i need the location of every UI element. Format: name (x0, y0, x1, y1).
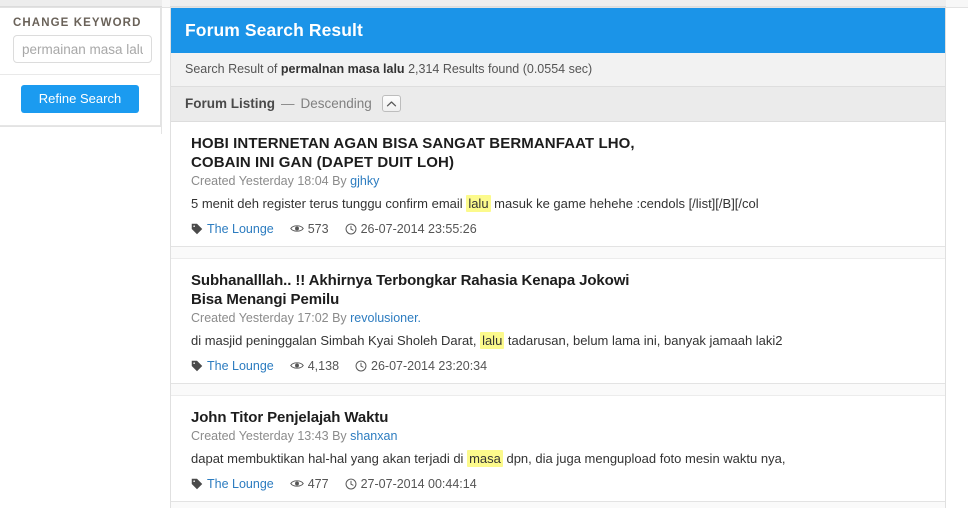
refine-search-button[interactable]: Refine Search (20, 85, 140, 113)
result-views-count: 573 (307, 221, 329, 236)
result-created-text: Created Yesterday 18:04 By (191, 174, 351, 189)
result-meta-row: The Lounge 477 27-07-2014 00:44:14 (191, 477, 929, 491)
search-summary-prefix: Search Result of (185, 62, 278, 76)
result-timestamp-text: 27-07-2014 00:44:14 (360, 476, 477, 491)
search-summary-keyword: permalnan masa lalu (280, 62, 405, 76)
top-partial-strip (0, 0, 968, 8)
result-created-text: Created Yesterday 13:43 By (191, 429, 351, 444)
eye-icon (289, 223, 304, 234)
refine-search-row: Refine Search (0, 75, 160, 126)
result-meta-row: The Lounge 573 26-07-2014 23:55:26 (191, 222, 929, 236)
snippet-highlight: lalu (480, 332, 505, 350)
keyword-box (0, 35, 160, 75)
result-created-meta: Created Yesterday 18:04 By gjhky (191, 174, 929, 188)
result-forum[interactable]: The Lounge (191, 359, 274, 373)
result-timestamp: 26-07-2014 23:20:34 (355, 359, 487, 373)
search-summary: Search Result of permalnan masa lalu 2,3… (171, 53, 945, 87)
page-root: CHANGE KEYWORD Refine Search Forum Searc… (0, 0, 968, 508)
result-created-meta: Created Yesterday 17:02 By revolusioner. (191, 311, 929, 325)
tag-icon (191, 478, 203, 490)
result-snippet: 5 menit deh register terus tunggu confir… (191, 195, 759, 213)
result-title[interactable]: Subhanalllah.. !! Akhirnya Terbongkar Ra… (191, 271, 929, 309)
result-views-count: 477 (307, 476, 329, 491)
top-partial-right (170, 0, 946, 7)
result-views: 573 (289, 221, 329, 236)
forum-listing-order: Descending (300, 96, 372, 111)
forum-listing-bar: Forum Listing — Descending (171, 87, 945, 122)
result-timestamp: 26-07-2014 23:55:26 (345, 222, 477, 236)
search-result-item[interactable]: HOBI INTERNETAN AGAN BISA SANGAT BERMANF… (171, 122, 945, 247)
eye-icon (289, 360, 304, 371)
chevron-up-icon[interactable] (381, 95, 401, 112)
search-summary-suffix: 2,314 Results found (0.0554 sec) (408, 62, 593, 76)
result-separator (171, 501, 945, 508)
result-forum-link[interactable]: The Lounge (207, 359, 274, 373)
result-views-count: 4,138 (307, 358, 340, 373)
result-created-meta: Created Yesterday 13:43 By shanxan (191, 429, 929, 443)
snippet-highlight: lalu (466, 195, 491, 213)
result-timestamp: 27-07-2014 00:44:14 (345, 477, 477, 491)
result-snippet: dapat membuktikan hal-hal yang akan terj… (191, 450, 786, 468)
clock-icon (355, 360, 367, 372)
snippet-highlight: masa (467, 450, 503, 468)
forum-search-result-panel: Forum Search Result Search Result of per… (170, 8, 946, 508)
result-views: 477 (289, 476, 329, 491)
result-author-link[interactable]: gjhky (350, 174, 379, 188)
search-result-item[interactable]: Subhanalllah.. !! Akhirnya Terbongkar Ra… (171, 257, 945, 384)
result-author-link[interactable]: revolusioner. (350, 311, 421, 325)
result-forum[interactable]: The Lounge (191, 477, 274, 491)
tag-icon (191, 360, 203, 372)
result-created-text: Created Yesterday 17:02 By (191, 311, 351, 326)
forum-listing-label: Forum Listing (185, 96, 275, 111)
result-timestamp-text: 26-07-2014 23:20:34 (371, 358, 488, 373)
search-results-list: HOBI INTERNETAN AGAN BISA SANGAT BERMANF… (171, 122, 945, 508)
result-forum-link[interactable]: The Lounge (207, 477, 274, 491)
forum-listing-dash: — (281, 96, 295, 111)
result-forum-link[interactable]: The Lounge (207, 222, 274, 236)
clock-icon (345, 478, 357, 490)
main-content: Forum Search Result Search Result of per… (170, 8, 946, 508)
result-timestamp-text: 26-07-2014 23:55:26 (360, 221, 477, 236)
result-forum[interactable]: The Lounge (191, 222, 274, 236)
clock-icon (345, 223, 357, 235)
tag-icon (191, 223, 203, 235)
change-keyword-heading: CHANGE KEYWORD (13, 17, 142, 29)
panel-title: Forum Search Result (171, 8, 945, 53)
result-title[interactable]: HOBI INTERNETAN AGAN BISA SANGAT BERMANF… (191, 134, 929, 172)
keyword-input[interactable] (13, 35, 152, 63)
result-meta-row: The Lounge 4,138 26-07-2014 23:20:34 (191, 359, 929, 373)
result-views: 4,138 (289, 358, 340, 373)
result-author-link[interactable]: shanxan (350, 429, 397, 443)
result-snippet: di masjid peninggalan Simbah Kyai Sholeh… (191, 332, 783, 350)
eye-icon (289, 478, 304, 489)
result-separator (171, 246, 945, 258)
change-keyword-panel: CHANGE KEYWORD Refine Search (0, 8, 161, 127)
result-title[interactable]: John Titor Penjelajah Waktu (191, 408, 929, 427)
search-result-item[interactable]: John Titor Penjelajah Waktu Created Yeste… (171, 394, 945, 502)
result-separator (171, 383, 945, 395)
top-partial-left (0, 0, 162, 7)
sidebar: CHANGE KEYWORD Refine Search (0, 8, 162, 134)
